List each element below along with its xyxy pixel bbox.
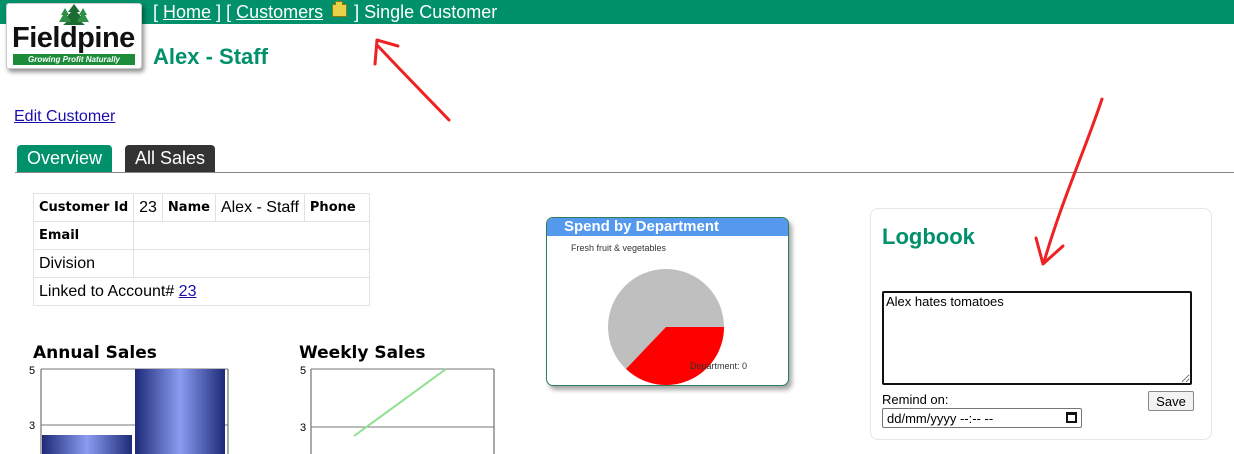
customer-info-table: Customer Id 23 Name Alex - Staff Phone E… [32, 193, 370, 306]
table-row: Customer Id 23 Name Alex - Staff Phone [32, 193, 370, 222]
name-label: Name [161, 193, 216, 222]
annual-tick-3: 3 [29, 420, 35, 432]
spend-panel-title: Spend by Department [547, 218, 788, 236]
email-value [133, 221, 370, 250]
breadcrumb-separator: ] [ [216, 2, 232, 22]
pie-label-fruit: Fresh fruit & vegetables [571, 243, 667, 253]
annual-sales-chart: 5 3 [29, 365, 229, 454]
date-placeholder: dd/mm/yyyy --:-- -- [887, 411, 994, 426]
logbook-note-input[interactable]: Alex hates tomatoes [882, 291, 1192, 385]
name-value: Alex - Staff [214, 193, 305, 222]
breadcrumb-bracket: [ [153, 2, 159, 22]
breadcrumb-customers-link[interactable]: Customers [236, 2, 323, 22]
weekly-tick-5: 5 [300, 365, 306, 377]
calendar-icon[interactable] [1066, 412, 1077, 423]
linked-account-link[interactable]: 23 [179, 283, 197, 300]
phone-label: Phone [303, 193, 370, 222]
tab-all-sales[interactable]: All Sales [125, 145, 216, 172]
edit-customer-link[interactable]: Edit Customer [14, 108, 115, 126]
email-label: Email [32, 221, 135, 250]
annual-tick-5: 5 [29, 365, 35, 377]
logbook-panel: Logbook Alex hates tomatoes Remind on: S… [870, 208, 1212, 440]
table-row: Linked to Account# 23 [33, 277, 370, 306]
division-value [133, 249, 370, 278]
annual-sales-title: Annual Sales [33, 343, 157, 363]
pie-label-department: Department: 0 [690, 361, 747, 371]
customer-id-value: 23 [133, 193, 163, 222]
weekly-sales-chart: 5 3 [300, 365, 495, 454]
customer-id-label: Customer Id [32, 193, 135, 222]
save-button[interactable]: Save [1148, 391, 1194, 411]
remind-on-label: Remind on: [882, 392, 949, 407]
annual-bar-1 [42, 435, 132, 454]
page-title: Alex - Staff [153, 44, 268, 69]
spend-by-department-panel: Spend by Department Fresh fruit & vegeta… [546, 217, 789, 386]
weekly-sales-title: Weekly Sales [299, 343, 426, 363]
folder-icon[interactable] [332, 1, 348, 17]
tab-divider [15, 172, 1234, 173]
breadcrumb-current: ] Single Customer [354, 2, 498, 22]
weekly-tick-3: 3 [300, 422, 306, 434]
fieldpine-logo[interactable]: Fieldpine Growing Profit Naturally [6, 3, 142, 69]
division-label: Division [32, 249, 135, 278]
linked-account-label: Linked to Account# [39, 282, 175, 300]
table-row: Division [32, 249, 370, 278]
breadcrumb-home-link[interactable]: Home [163, 2, 211, 22]
logo-wordmark: Fieldpine [12, 22, 135, 54]
tab-overview[interactable]: Overview [17, 145, 113, 172]
linked-account: Linked to Account# 23 [33, 277, 370, 306]
department-pie-chart: Fresh fruit & vegetables Department: 0 [571, 243, 747, 385]
weekly-sales-line [353, 368, 447, 437]
breadcrumb: [ Home ] [ Customers ] Single Customer [153, 1, 498, 23]
logbook-title: Logbook [882, 224, 975, 249]
remind-date-input[interactable]: dd/mm/yyyy --:-- -- [882, 408, 1082, 428]
annual-bar-2 [135, 369, 225, 454]
logo-tagline: Growing Profit Naturally [13, 54, 135, 65]
table-row: Email [32, 221, 370, 250]
